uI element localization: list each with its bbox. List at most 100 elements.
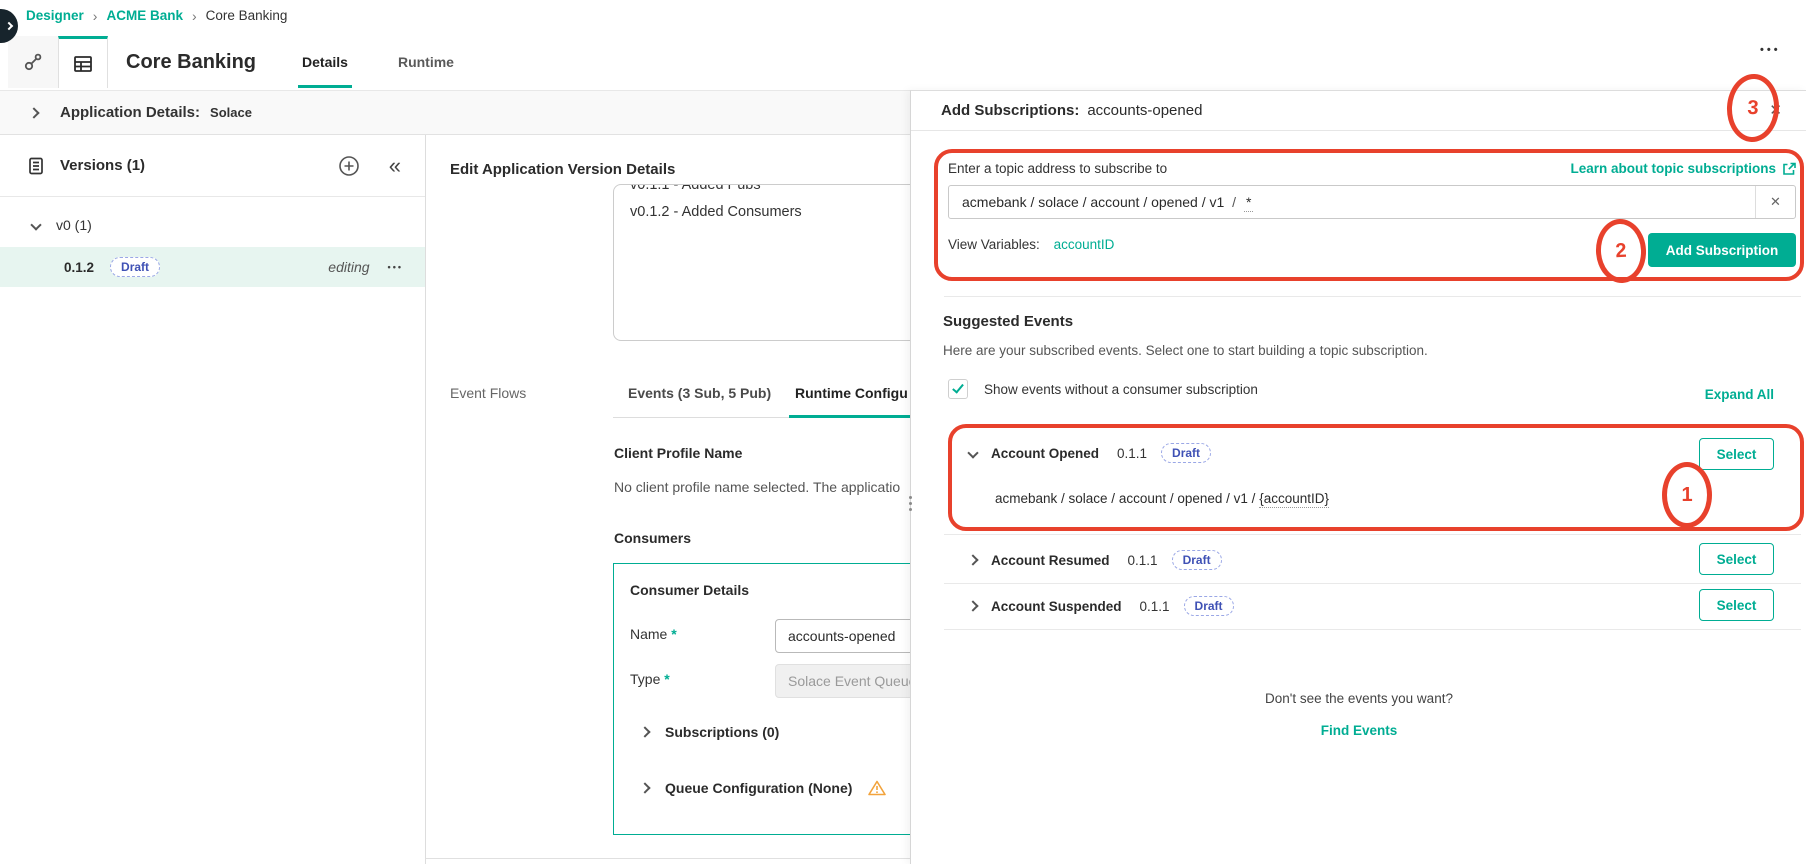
- required-asterisk: *: [664, 671, 670, 687]
- topic-label-row: Enter a topic address to subscribe to Le…: [948, 161, 1796, 176]
- topic-address-value: acmebank / solace / account / opened / v…: [962, 194, 1254, 212]
- event-name: Account Resumed: [991, 552, 1110, 568]
- select-button-account-suspended[interactable]: Select: [1699, 589, 1774, 621]
- section-divider: [944, 296, 1801, 297]
- event-topic-address: acmebank / solace / account / opened / v…: [995, 491, 1329, 508]
- add-subscription-button[interactable]: Add Subscription: [1648, 233, 1796, 267]
- versions-title: Versions (1): [60, 157, 146, 174]
- external-link-icon: [1783, 162, 1796, 175]
- chevron-down-icon[interactable]: [967, 447, 979, 459]
- name-label: Name *: [630, 626, 677, 642]
- application-details-value: Solace: [210, 105, 252, 120]
- close-icon[interactable]: ✕: [1769, 103, 1782, 118]
- event-version: 0.1.1: [1139, 598, 1170, 614]
- panel-resize-handle[interactable]: [909, 496, 912, 511]
- suggested-events-subtext: Here are your subscribed events. Select …: [943, 343, 1428, 358]
- collapse-panel-icon[interactable]: «: [389, 154, 401, 177]
- events-footer-question: Don't see the events you want?: [1265, 691, 1453, 706]
- breadcrumb: Designer › ACME Bank › Core Banking: [26, 8, 287, 23]
- find-events-link[interactable]: Find Events: [911, 723, 1806, 738]
- topic-wildcard: *: [1243, 194, 1254, 212]
- expand-all-link[interactable]: Expand All: [1705, 387, 1774, 402]
- version-notes-textarea[interactable]: v0.1.1 - Added Pubs v0.1.2 - Added Consu…: [613, 184, 943, 341]
- version-notes-content: v0.1.1 - Added Pubs v0.1.2 - Added Consu…: [614, 184, 942, 226]
- tab-list-view[interactable]: [58, 36, 108, 88]
- chevron-right-icon: [4, 21, 14, 31]
- required-asterisk: *: [671, 626, 677, 642]
- subscriptions-toggle[interactable]: Subscriptions (0): [639, 724, 779, 740]
- consumer-details-heading: Consumer Details: [630, 582, 750, 598]
- suggested-events-heading: Suggested Events: [943, 313, 1074, 330]
- topic-address-label: Enter a topic address to subscribe to: [948, 161, 1168, 176]
- warning-icon: [868, 780, 887, 796]
- view-variables-link[interactable]: accountID: [1054, 237, 1115, 252]
- client-profile-empty-text: No client profile name selected. The app…: [614, 479, 901, 495]
- draft-badge: Draft: [1183, 596, 1234, 616]
- event-row-account-opened[interactable]: Account Opened 0.1.1 Draft: [967, 443, 1212, 463]
- chevron-right-icon[interactable]: [967, 554, 979, 566]
- client-profile-heading: Client Profile Name: [614, 445, 743, 461]
- checkbox-label: Show events without a consumer subscript…: [984, 381, 1258, 397]
- version-group-row[interactable]: v0 (1): [0, 203, 425, 247]
- clear-input-icon[interactable]: ✕: [1755, 186, 1795, 218]
- event-row-account-resumed[interactable]: Account Resumed 0.1.1 Draft: [967, 550, 1222, 570]
- topic-address-input[interactable]: acmebank / solace / account / opened / v…: [948, 185, 1796, 219]
- add-version-icon[interactable]: [337, 154, 361, 178]
- chevron-right-icon: [639, 726, 651, 738]
- chevron-right-icon: [639, 782, 651, 794]
- application-details-bar: Application Details: Solace: [0, 90, 910, 135]
- page-title: Core Banking: [126, 50, 257, 73]
- row-divider: [944, 534, 1801, 535]
- edit-panel-title: Edit Application Version Details: [450, 161, 676, 178]
- event-flows-label[interactable]: Event Flows: [450, 385, 526, 401]
- learn-topic-subscriptions-link[interactable]: Learn about topic subscriptions: [1570, 161, 1796, 176]
- show-events-checkbox-row[interactable]: Show events without a consumer subscript…: [948, 379, 1258, 399]
- tab-events[interactable]: Events (3 Sub, 5 Pub): [628, 385, 771, 401]
- row-divider: [944, 583, 1801, 584]
- tab-graph-view[interactable]: [8, 36, 58, 88]
- version-note-line: v0.1.1 - Added Pubs: [630, 184, 761, 193]
- version-row-selected[interactable]: 0.1.2 Draft editing •••: [0, 247, 425, 287]
- version-number: 0.1.2: [64, 259, 95, 275]
- chevron-right-icon[interactable]: [967, 600, 979, 612]
- breadcrumb-current: Core Banking: [205, 8, 288, 23]
- topic-variable: {accountID}: [1259, 491, 1329, 508]
- breadcrumb-acme-bank[interactable]: ACME Bank: [106, 8, 183, 23]
- version-group-label: v0 (1): [56, 217, 92, 233]
- event-row-account-suspended[interactable]: Account Suspended 0.1.1 Draft: [967, 596, 1234, 616]
- breadcrumb-designer[interactable]: Designer: [26, 8, 84, 23]
- checkbox-checked[interactable]: [948, 379, 968, 399]
- select-button-account-opened[interactable]: Select: [1699, 438, 1774, 470]
- select-button-account-resumed[interactable]: Select: [1699, 543, 1774, 575]
- tab-runtime-configuration[interactable]: Runtime Configu: [795, 385, 908, 401]
- breadcrumb-separator-icon: ›: [191, 7, 197, 24]
- breadcrumb-separator-icon: ›: [92, 7, 98, 24]
- versions-list-icon: [29, 157, 43, 174]
- designer-app-window: Designer › ACME Bank › Core Banking Core…: [0, 0, 1806, 864]
- graph-view-icon: [24, 53, 42, 71]
- draft-badge: Draft: [1161, 443, 1212, 463]
- versions-panel-header: Versions (1) «: [0, 135, 425, 197]
- expand-chevron-icon[interactable]: [28, 106, 40, 119]
- annotation-rect-account-opened: [948, 424, 1804, 531]
- view-tabstrip: Core Banking Details Runtime: [8, 36, 458, 88]
- queue-configuration-toggle[interactable]: Queue Configuration (None): [639, 780, 887, 796]
- checkmark-icon: [952, 381, 964, 394]
- draft-badge: Draft: [110, 257, 161, 277]
- editing-status: editing: [328, 259, 370, 275]
- tab-details[interactable]: Details: [298, 36, 352, 88]
- tab-runtime[interactable]: Runtime: [394, 36, 458, 88]
- event-version: 0.1.1: [1117, 445, 1148, 461]
- subscriptions-titlebar: Add Subscriptions: accounts-opened ✕: [911, 91, 1806, 131]
- topic-separator: /: [1232, 194, 1237, 210]
- annotation-circle-2: 2: [1594, 217, 1648, 285]
- version-more-menu[interactable]: •••: [388, 262, 403, 272]
- panel-title-value: accounts-opened: [1087, 102, 1203, 119]
- event-version: 0.1.1: [1127, 552, 1158, 568]
- table-view-icon: [74, 55, 92, 72]
- row-divider: [944, 629, 1801, 630]
- chevron-down-icon: [30, 219, 42, 231]
- header-more-menu[interactable]: •••: [1760, 44, 1781, 56]
- consumers-heading: Consumers: [614, 530, 692, 546]
- draft-badge: Draft: [1171, 550, 1222, 570]
